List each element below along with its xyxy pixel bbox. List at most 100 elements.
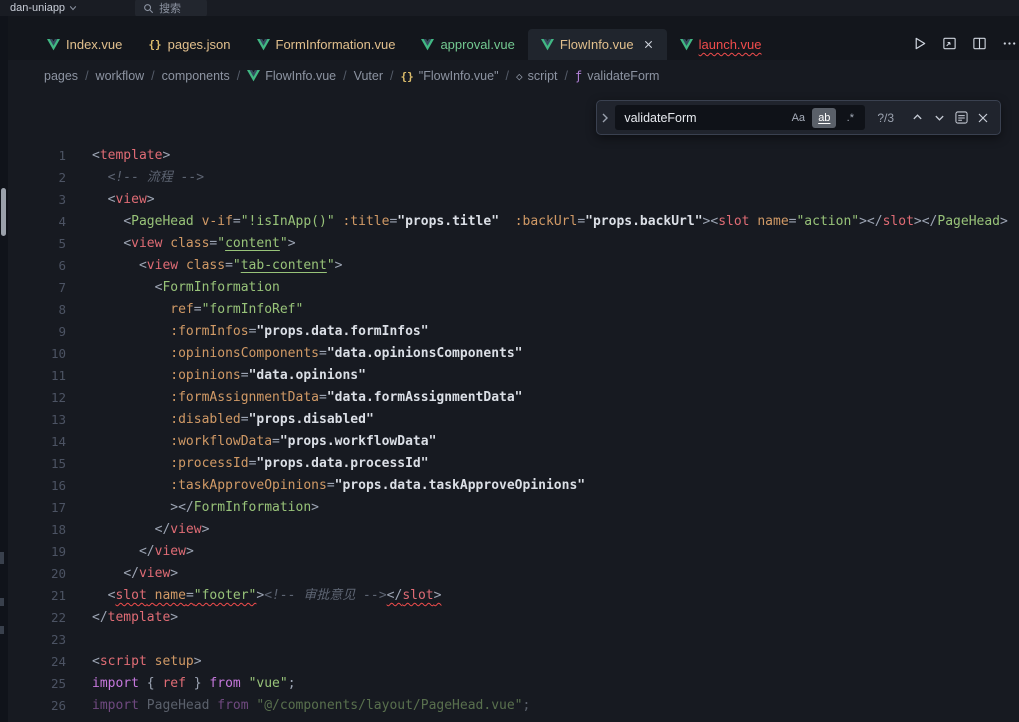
search-menu-label: 搜索 [159, 0, 181, 16]
line-number[interactable]: 2 [8, 167, 66, 189]
line-number[interactable]: 23 [8, 629, 66, 651]
run-button[interactable] [912, 36, 927, 51]
code-line-content: </view> [92, 563, 1019, 585]
code-line[interactable]: 1<template> [8, 145, 1019, 167]
previous-match-button[interactable] [906, 107, 928, 129]
tab-Index.vue[interactable]: Index.vue [34, 29, 135, 60]
tab-launch.vue[interactable]: launch.vue [667, 29, 775, 60]
line-number[interactable]: 5 [8, 233, 66, 255]
json-icon: {} [148, 38, 161, 51]
line-number[interactable]: 4 [8, 211, 66, 233]
regex-toggle[interactable]: .* [838, 108, 862, 128]
open-preview-button[interactable] [942, 36, 957, 51]
code-line[interactable]: 8 ref="formInfoRef" [8, 299, 1019, 321]
line-number[interactable]: 8 [8, 299, 66, 321]
code-line[interactable]: 21 <slot name="footer"><!-- 审批意见 --></sl… [8, 585, 1019, 607]
code-line[interactable]: 22 </template> [8, 607, 1019, 629]
code-line[interactable]: 13 :disabled="props.disabled" [8, 409, 1019, 431]
line-number[interactable]: 20 [8, 563, 66, 585]
find-input[interactable]: validateForm Aaab.* [615, 105, 865, 130]
code-line-content: </template> [92, 607, 1019, 629]
code-line-content: :processId="props.data.processId" [92, 453, 1019, 475]
line-number[interactable]: 22 [8, 607, 66, 629]
breadcrumb-separator: / [565, 69, 568, 83]
code-line-content: :opinionsComponents="data.opinionsCompon… [92, 343, 1019, 365]
line-number[interactable]: 19 [8, 541, 66, 563]
tab-FormInformation.vue[interactable]: FormInformation.vue [244, 29, 409, 60]
line-number[interactable]: 12 [8, 387, 66, 409]
line-number[interactable]: 21 [8, 585, 66, 607]
sliver-mark [0, 598, 4, 606]
line-number[interactable]: 13 [8, 409, 66, 431]
close-icon[interactable] [643, 39, 654, 50]
breadcrumb-item-Vuter[interactable]: Vuter [354, 69, 383, 83]
code-line[interactable]: 2 <!-- 流程 --> [8, 167, 1019, 189]
close-find-button[interactable] [972, 107, 994, 129]
breadcrumb-item-validateForm[interactable]: ƒvalidateForm [575, 69, 659, 83]
code-line[interactable]: 17 ></FormInformation> [8, 497, 1019, 519]
breadcrumb: pages/workflow/components/FlowInfo.vue/V… [8, 60, 1019, 92]
tab-approval.vue[interactable]: approval.vue [408, 29, 527, 60]
project-menu[interactable]: dan-uniapp [10, 2, 77, 14]
line-number[interactable]: 18 [8, 519, 66, 541]
find-in-selection-button[interactable] [950, 107, 972, 129]
breadcrumb-item-script[interactable]: ◇script [516, 69, 558, 83]
toggle-replace-chevron-icon[interactable] [597, 112, 613, 124]
code-line[interactable]: 14 :workflowData="props.workflowData" [8, 431, 1019, 453]
whole-word-toggle[interactable]: ab [812, 108, 836, 128]
line-number[interactable]: 15 [8, 453, 66, 475]
find-options: Aaab.* [786, 108, 862, 128]
breadcrumb-item-pages[interactable]: pages [44, 69, 78, 83]
line-number[interactable]: 14 [8, 431, 66, 453]
breadcrumb-item-workflow[interactable]: workflow [96, 69, 145, 83]
search-menu[interactable]: 搜索 [135, 0, 207, 17]
line-number[interactable]: 11 [8, 365, 66, 387]
scrollbar-thumb[interactable] [1, 188, 6, 236]
code-line[interactable]: 24<script setup> [8, 651, 1019, 673]
braces-icon: {} [401, 70, 414, 83]
code-line[interactable]: 3 <view> [8, 189, 1019, 211]
line-number[interactable]: 7 [8, 277, 66, 299]
split-editor-button[interactable] [972, 36, 987, 51]
tab-pages.json[interactable]: {}pages.json [135, 29, 243, 60]
line-number[interactable]: 26 [8, 695, 66, 717]
code-line[interactable]: 20 </view> [8, 563, 1019, 585]
breadcrumb-separator: / [85, 69, 88, 83]
more-actions-button[interactable] [1002, 36, 1017, 51]
code-line-content: <FormInformation [92, 277, 1019, 299]
code-line[interactable]: 7 <FormInformation [8, 277, 1019, 299]
code-line[interactable]: 4 <PageHead v-if="!isInApp()" :title="pr… [8, 211, 1019, 233]
line-number[interactable]: 1 [8, 145, 66, 167]
code-line-content: :workflowData="props.workflowData" [92, 431, 1019, 453]
line-number[interactable]: 9 [8, 321, 66, 343]
editor[interactable]: 1<template>2 <!-- 流程 -->3 <view>4 <PageH… [8, 92, 1019, 722]
next-match-button[interactable] [928, 107, 950, 129]
breadcrumb-item-FlowInfo.vue[interactable]: {}"FlowInfo.vue" [401, 69, 499, 83]
code-area[interactable]: 1<template>2 <!-- 流程 -->3 <view>4 <PageH… [8, 145, 1019, 717]
code-line[interactable]: 12 :formAssignmentData="data.formAssignm… [8, 387, 1019, 409]
code-line[interactable]: 16 :taskApproveOpinions="props.data.task… [8, 475, 1019, 497]
code-line[interactable]: 15 :processId="props.data.processId" [8, 453, 1019, 475]
tab-FlowInfo.vue[interactable]: FlowInfo.vue [528, 29, 667, 60]
match-case-toggle[interactable]: Aa [786, 108, 810, 128]
code-line[interactable]: 9 :formInfos="props.data.formInfos" [8, 321, 1019, 343]
code-line[interactable]: 5 <view class="content"> [8, 233, 1019, 255]
line-number[interactable]: 25 [8, 673, 66, 695]
line-number[interactable]: 16 [8, 475, 66, 497]
line-number[interactable]: 17 [8, 497, 66, 519]
code-line[interactable]: 25import { ref } from "vue"; [8, 673, 1019, 695]
tab-label: FlowInfo.vue [560, 37, 634, 52]
code-line[interactable]: 6 <view class="tab-content"> [8, 255, 1019, 277]
code-line[interactable]: 11 :opinions="data.opinions" [8, 365, 1019, 387]
line-number[interactable]: 6 [8, 255, 66, 277]
code-line[interactable]: 18 </view> [8, 519, 1019, 541]
code-line[interactable]: 19 </view> [8, 541, 1019, 563]
line-number[interactable]: 24 [8, 651, 66, 673]
line-number[interactable]: 10 [8, 343, 66, 365]
line-number[interactable]: 3 [8, 189, 66, 211]
code-line[interactable]: 26import PageHead from "@/components/lay… [8, 695, 1019, 717]
code-line[interactable]: 23 [8, 629, 1019, 651]
breadcrumb-item-components[interactable]: components [162, 69, 230, 83]
breadcrumb-item-FlowInfo.vue[interactable]: FlowInfo.vue [247, 69, 336, 83]
code-line[interactable]: 10 :opinionsComponents="data.opinionsCom… [8, 343, 1019, 365]
